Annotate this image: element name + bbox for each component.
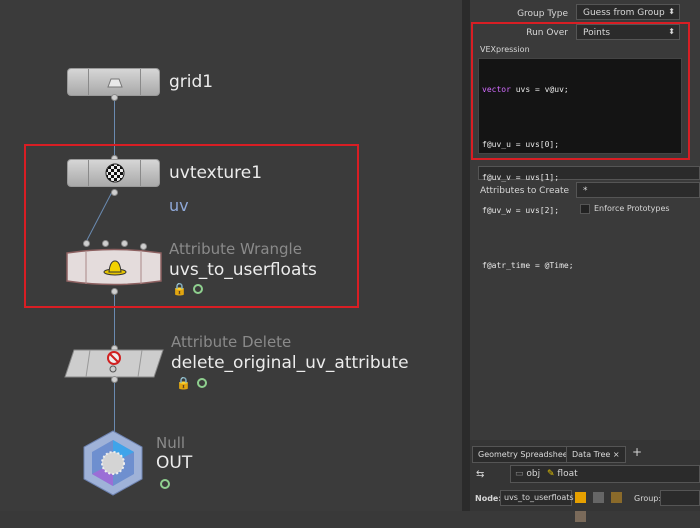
- vertex-filter-icon[interactable]: [611, 492, 623, 503]
- node-name[interactable]: delete_original_uv_attribute: [171, 353, 409, 373]
- highlight-box-code: [471, 22, 690, 160]
- path-obj[interactable]: obj: [526, 469, 540, 479]
- wrangle-filter-icon[interactable]: [575, 492, 586, 503]
- group-type-label: Group Type: [517, 9, 568, 19]
- code-line: f@uv_v = uvs[1];: [482, 173, 560, 182]
- clock-icon: [197, 378, 207, 388]
- path-node[interactable]: float: [557, 469, 577, 479]
- no-entry-icon: [107, 351, 121, 373]
- pane-divider[interactable]: [462, 0, 470, 511]
- lock-icon[interactable]: 🔒: [176, 376, 191, 390]
- group-type-dropdown[interactable]: Guess from Group ⬍: [576, 4, 680, 20]
- node-field[interactable]: uvs_to_userfloats: [500, 490, 574, 506]
- group-type-value: Guess from Group: [583, 8, 665, 18]
- node-name[interactable]: OUT: [156, 453, 192, 473]
- add-tab-button[interactable]: +: [632, 445, 642, 459]
- network-editor[interactable]: grid1 uvtexture1 uv Attribute Wrangle uv…: [0, 0, 462, 511]
- code-line: f@uv_w = uvs[2];: [482, 206, 560, 215]
- tab-data-tree[interactable]: Data Tree ×: [566, 446, 626, 463]
- group-label: Group:: [634, 494, 662, 503]
- folder-icon: ▭: [515, 469, 524, 479]
- clock-icon: [160, 479, 170, 489]
- node-type-label: Null: [156, 434, 186, 452]
- node-label: Node:: [475, 494, 502, 503]
- spreadsheet-pane: Geometry Spreadsheet × Data Tree × + ⇆ ▭…: [470, 440, 700, 522]
- highlight-box-nodes: [24, 144, 359, 308]
- node-name[interactable]: grid1: [169, 72, 213, 92]
- null-node-icon[interactable]: [78, 428, 148, 498]
- updown-icon: ⬍: [668, 7, 675, 16]
- grid-icon: [107, 78, 123, 88]
- node-filter-icons[interactable]: [574, 490, 632, 522]
- prim-filter-icon[interactable]: [575, 511, 586, 522]
- output-connector[interactable]: [111, 376, 118, 383]
- back-arrow-icon[interactable]: ⇆: [476, 469, 484, 480]
- code-line: f@atr_time = @Time;: [482, 261, 574, 270]
- group-field[interactable]: [660, 490, 700, 506]
- point-filter-icon[interactable]: [593, 492, 605, 503]
- output-connector[interactable]: [111, 94, 118, 101]
- node-type-label: Attribute Delete: [171, 333, 292, 351]
- node-grid1[interactable]: [67, 68, 160, 96]
- node-icon: ✎: [547, 469, 555, 479]
- path-bar[interactable]: ▭ obj ✎ float: [510, 465, 700, 483]
